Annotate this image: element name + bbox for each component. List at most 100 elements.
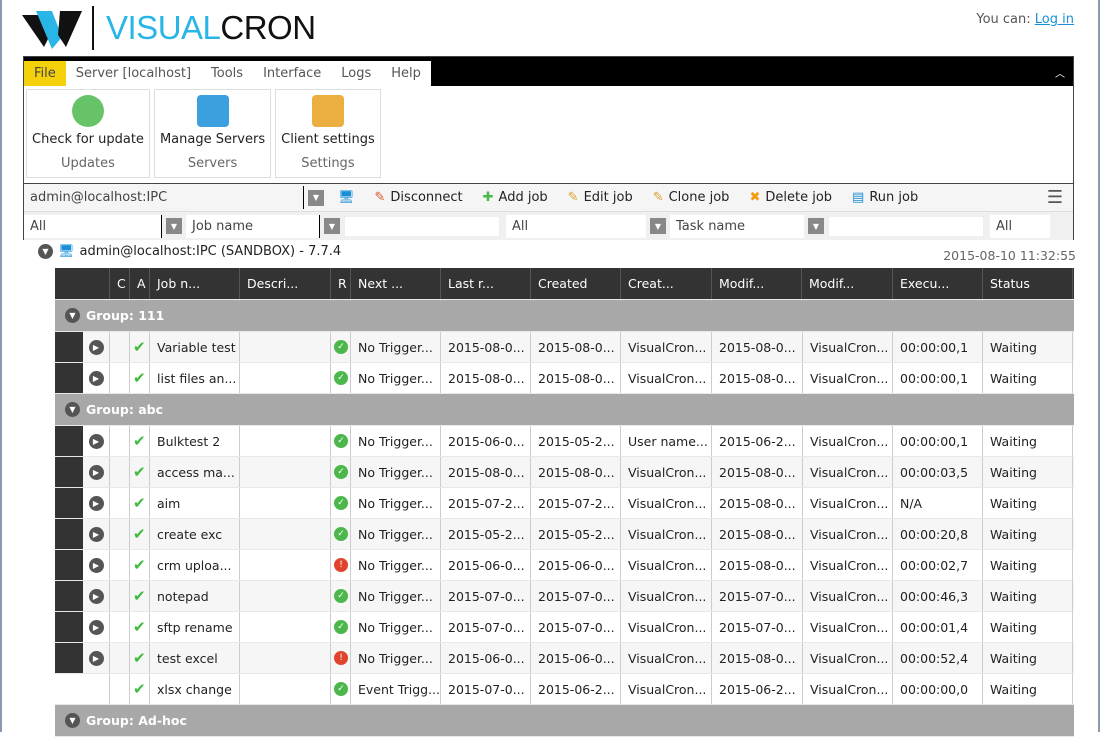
- active-check-icon[interactable]: ✔: [133, 587, 146, 605]
- cell-last-run: 2015-05-2...: [441, 519, 531, 549]
- column-header[interactable]: Modif...: [712, 268, 802, 299]
- column-header[interactable]: Execu...: [893, 268, 983, 299]
- collapse-ribbon-icon[interactable]: ︿: [1047, 65, 1073, 86]
- cell-description: [240, 674, 331, 704]
- filter-status-select[interactable]: All: [506, 214, 646, 238]
- cell-execution-time: 00:00:03,5: [893, 457, 983, 487]
- menu-interface[interactable]: Interface: [253, 61, 331, 86]
- table-row[interactable]: ▶ ✔ list files an... ✓ No Trigger... 2015-08-…: [55, 363, 1074, 394]
- cell-last-run: 2015-07-0...: [441, 674, 531, 704]
- add-job-button[interactable]: ✚ Add job: [473, 190, 558, 205]
- menu-tools[interactable]: Tools: [201, 61, 253, 86]
- collapse-icon[interactable]: ▼: [65, 713, 80, 728]
- chevron-down-icon[interactable]: ▼: [324, 218, 340, 234]
- folder-gear-icon[interactable]: [311, 95, 344, 127]
- run-job-button[interactable]: ▤ Run job: [842, 190, 928, 205]
- play-icon[interactable]: ▶: [88, 650, 104, 666]
- server-node[interactable]: ▼ 🖥 admin@localhost:IPC (SANDBOX) - 7.7.4: [38, 244, 341, 259]
- table-row[interactable]: ▶ ✔ create exc ✓ No Trigger... 2015-05-2... 20…: [55, 519, 1074, 550]
- group-row[interactable]: ▼ Group: abc: [55, 394, 1074, 426]
- table-row[interactable]: ▶ ✔ Bulktest 2 ✓ No Trigger... 2015-06-0... 20…: [55, 426, 1074, 457]
- column-header[interactable]: Creat...: [621, 268, 712, 299]
- menu-help[interactable]: Help: [381, 61, 431, 86]
- job-filter-input[interactable]: [344, 215, 500, 237]
- active-check-icon[interactable]: ✔: [133, 525, 146, 543]
- clone-job-button[interactable]: ✎ Clone job: [643, 190, 740, 205]
- active-check-icon[interactable]: ✔: [133, 369, 146, 387]
- play-icon[interactable]: ▶: [88, 557, 104, 573]
- collapse-icon[interactable]: ▼: [65, 402, 80, 417]
- table-row[interactable]: ▶ ✔ Variable test ✓ No Trigger... 2015-08-0..…: [55, 332, 1074, 363]
- column-header[interactable]: A: [130, 268, 150, 299]
- cell-description: [240, 332, 331, 362]
- hamburger-menu-icon[interactable]: ☰: [1047, 187, 1063, 208]
- play-icon[interactable]: ▶: [88, 339, 104, 355]
- column-header[interactable]: R: [331, 268, 351, 299]
- task-field-select[interactable]: Task name: [670, 214, 804, 238]
- column-header[interactable]: Next ...: [351, 268, 441, 299]
- play-icon[interactable]: ▶: [88, 619, 104, 635]
- server-button[interactable]: 🖥: [328, 190, 365, 205]
- login-link[interactable]: Log in: [1035, 12, 1074, 27]
- edit-job-button[interactable]: ✎ Edit job: [558, 190, 643, 205]
- ribbon-button[interactable]: Manage Servers: [160, 132, 265, 147]
- cell-modified: 2015-08-0...: [712, 457, 803, 487]
- collapse-icon[interactable]: ▼: [38, 244, 53, 259]
- chevron-down-icon[interactable]: ▼: [808, 218, 824, 234]
- active-check-icon[interactable]: ✔: [133, 618, 146, 636]
- chevron-down-icon[interactable]: ▼: [650, 218, 666, 234]
- table-row[interactable]: ▶ ✔ notepad ✓ No Trigger... 2015-07-0... 2015-…: [55, 581, 1074, 612]
- cell-execution-time: 00:00:00,1: [893, 332, 983, 362]
- active-check-icon[interactable]: ✔: [133, 494, 146, 512]
- ribbon-group-updates: Check for update Updates: [26, 89, 150, 178]
- active-check-icon[interactable]: ✔: [133, 432, 146, 450]
- table-row[interactable]: ▶ ✔ aim ✓ No Trigger... 2015-07-2... 2015-07-2…: [55, 488, 1074, 519]
- chevron-down-icon[interactable]: ▼: [166, 218, 182, 234]
- computers-icon[interactable]: [196, 95, 229, 127]
- active-check-icon[interactable]: ✔: [133, 649, 146, 667]
- globe-download-icon[interactable]: [71, 95, 104, 127]
- table-row[interactable]: ▶ ✔ access ma... ✓ No Trigger... 2015-08-0...…: [55, 457, 1074, 488]
- active-check-icon[interactable]: ✔: [133, 463, 146, 481]
- play-icon[interactable]: ▶: [88, 588, 104, 604]
- active-check-icon[interactable]: ✔: [133, 556, 146, 574]
- connection-select[interactable]: admin@localhost:IPC: [24, 186, 304, 209]
- group-row[interactable]: ▼ Group: 111: [55, 300, 1074, 332]
- column-header[interactable]: Descri...: [240, 268, 331, 299]
- table-row[interactable]: ▶ ✔ sftp rename ✓ No Trigger... 2015-07-0... 2…: [55, 612, 1074, 643]
- menu-file[interactable]: File: [24, 61, 66, 86]
- disconnect-button[interactable]: ✎ Disconnect: [365, 190, 473, 205]
- play-icon[interactable]: ▶: [88, 370, 104, 386]
- play-icon[interactable]: ▶: [88, 464, 104, 480]
- cell-job-name: aim: [150, 488, 240, 518]
- column-header[interactable]: Job n...: [150, 268, 240, 299]
- group-row[interactable]: ▼ Group: Ad-hoc: [55, 705, 1074, 737]
- play-icon[interactable]: ▶: [88, 495, 104, 511]
- column-header[interactable]: Status: [983, 268, 1073, 299]
- active-check-icon[interactable]: ✔: [133, 680, 146, 698]
- task-filter-input[interactable]: [828, 215, 984, 237]
- active-check-icon[interactable]: ✔: [133, 338, 146, 356]
- delete-job-button[interactable]: ✖ Delete job: [739, 190, 842, 205]
- filter-field-select[interactable]: Job name: [186, 214, 320, 238]
- ribbon-button[interactable]: Client settings: [281, 132, 375, 147]
- cell-next-run: No Trigger...: [351, 581, 441, 611]
- menu-server[interactable]: Server [localhost]: [66, 61, 201, 86]
- play-icon[interactable]: ▶: [88, 433, 104, 449]
- grid-header: C A Job n... Descri... R Next ... Last r... Cre…: [55, 268, 1074, 300]
- task-status-select[interactable]: All: [990, 214, 1050, 238]
- table-row[interactable]: ▶ ✔ test excel! No Trigger... 2015-06-0... 20…: [55, 643, 1074, 674]
- column-header[interactable]: C: [110, 268, 130, 299]
- menu-logs[interactable]: Logs: [331, 61, 381, 86]
- ribbon-button[interactable]: Check for update: [32, 132, 144, 147]
- column-header[interactable]: Modif...: [802, 268, 893, 299]
- column-header[interactable]: Last r...: [441, 268, 531, 299]
- table-row[interactable]: ▶ ✔ crm uploa...! No Trigger... 2015-06-0...…: [55, 550, 1074, 581]
- table-row[interactable]: ✔ xlsx change ✓ Event Trigg... 2015-07-0... 2…: [55, 674, 1074, 705]
- filter-group-select[interactable]: All: [24, 214, 162, 238]
- play-icon[interactable]: ▶: [88, 526, 104, 542]
- ok-status-icon: ✓: [334, 465, 348, 479]
- column-header[interactable]: Created: [531, 268, 621, 299]
- chevron-down-icon[interactable]: ▼: [308, 189, 324, 206]
- collapse-icon[interactable]: ▼: [65, 308, 80, 323]
